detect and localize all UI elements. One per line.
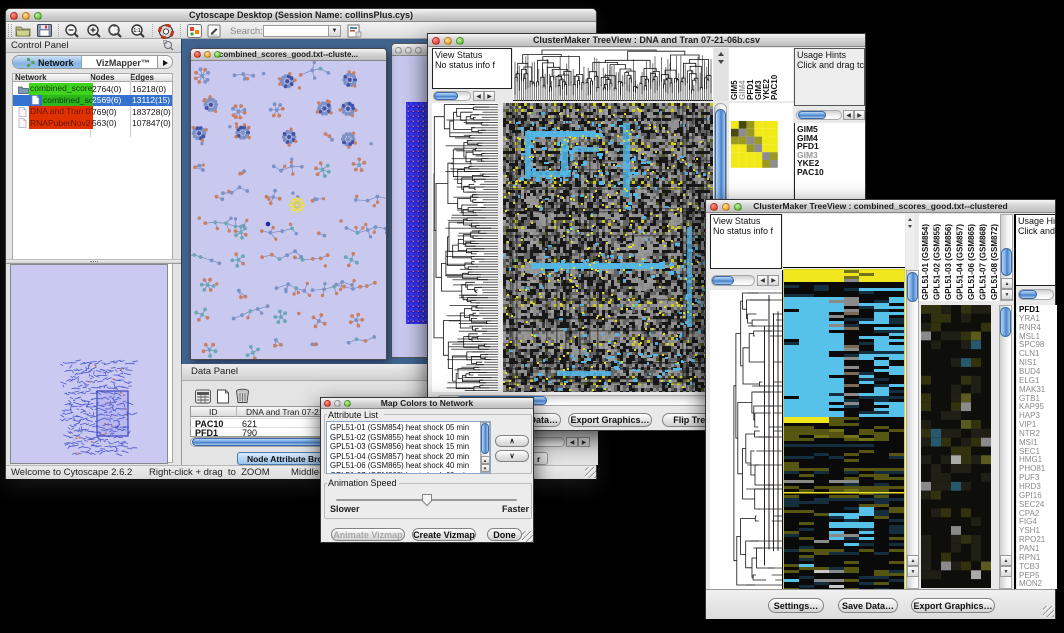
svg-text:GPL51-08 (GSM872): GPL51-08 (GSM872) <box>990 224 999 300</box>
svg-text:GPL51-02 (GSM855): GPL51-02 (GSM855) <box>933 224 942 300</box>
svg-text:1:1: 1:1 <box>133 28 140 34</box>
svg-text:GPL51-07 (GSM868): GPL51-07 (GSM868) <box>979 224 988 300</box>
svg-text:GPL51-06 (GSM865): GPL51-06 (GSM865) <box>967 224 976 300</box>
svg-text:PAC10: PAC10 <box>770 74 779 100</box>
svg-text:GPL51-01 (GSM854): GPL51-01 (GSM854) <box>921 224 930 300</box>
svg-text:GPL51-03 (GSM856): GPL51-03 (GSM856) <box>944 224 953 300</box>
svg-text:GPL51-04 (GSM857): GPL51-04 (GSM857) <box>956 224 965 300</box>
